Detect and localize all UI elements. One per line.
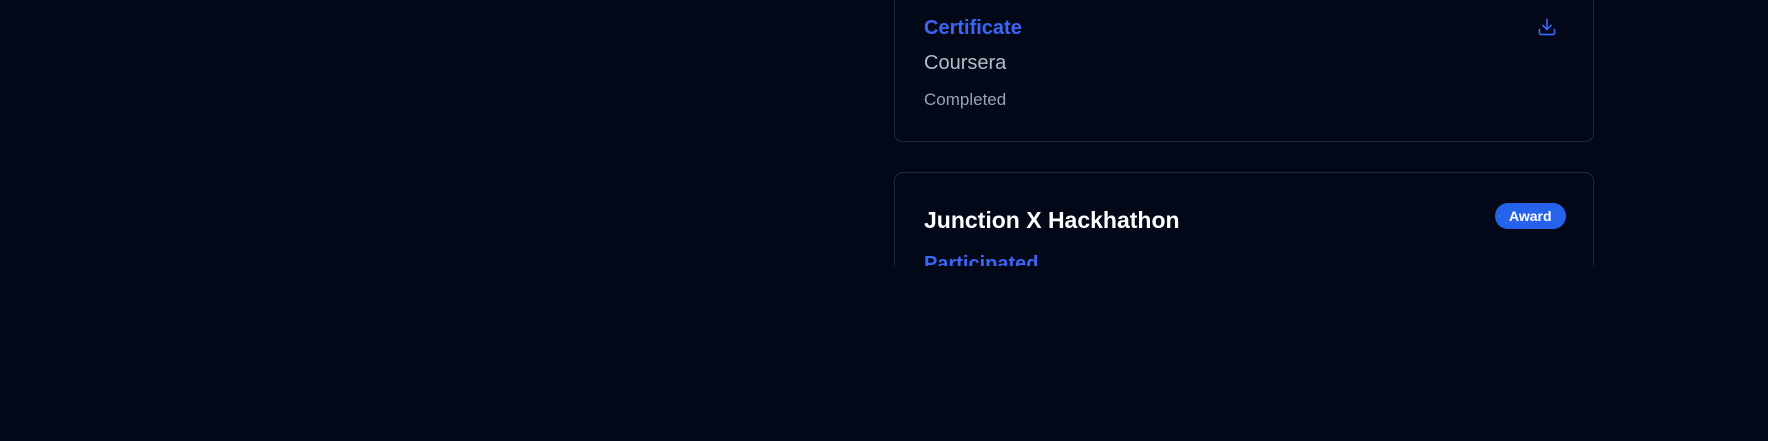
certificate-type-label: Certificate — [924, 17, 1022, 39]
download-button[interactable] — [1535, 15, 1559, 39]
page-background: Certificate Coursera Completed Junction … — [0, 0, 1768, 441]
certificate-status: Completed — [924, 90, 1007, 109]
award-badge: Award — [1495, 203, 1566, 229]
hackathon-card: Junction X Hackhathon Award Participated — [894, 172, 1594, 266]
certificate-card: Certificate Coursera Completed — [894, 0, 1594, 142]
hackathon-subtitle: Participated — [924, 253, 1039, 266]
download-icon — [1538, 18, 1556, 36]
certificate-issuer: Coursera — [924, 52, 1007, 74]
hackathon-title: Junction X Hackhathon — [924, 207, 1180, 233]
content-area: Certificate Coursera Completed Junction … — [0, 0, 1768, 266]
